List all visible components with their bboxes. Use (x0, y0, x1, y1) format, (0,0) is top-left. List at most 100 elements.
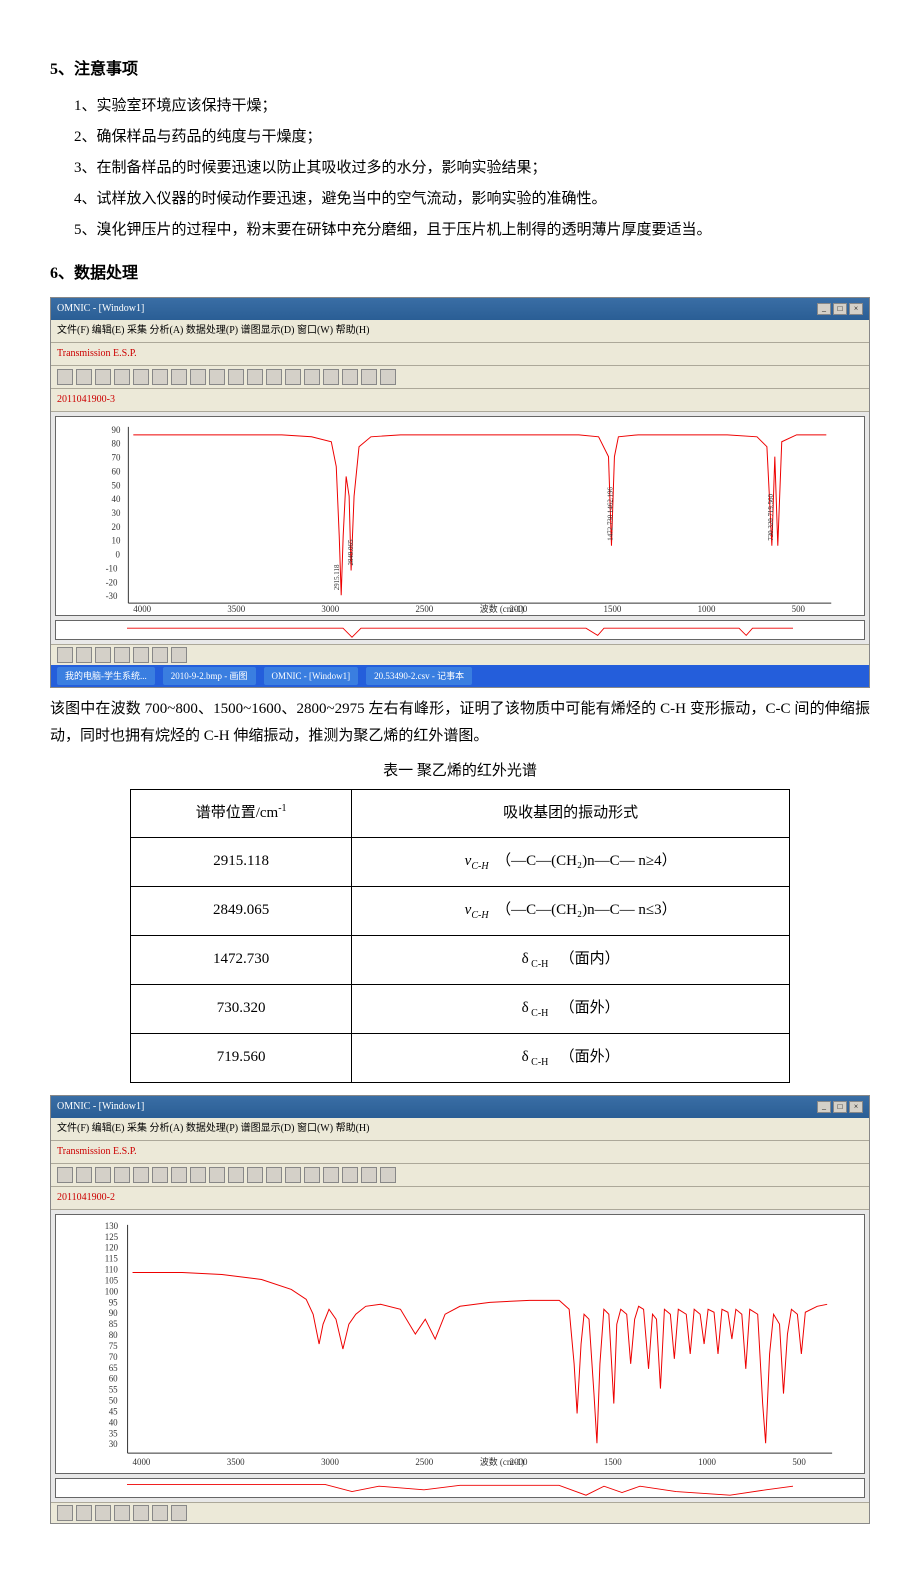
tool-icon[interactable] (304, 1167, 320, 1183)
tool-icon[interactable] (285, 1167, 301, 1183)
close-button[interactable]: × (849, 303, 863, 315)
tool-icon[interactable] (361, 1167, 377, 1183)
svg-text:90: 90 (109, 1308, 118, 1318)
tool-icon[interactable] (76, 1167, 92, 1183)
svg-text:125: 125 (105, 1232, 119, 1242)
svg-text:3000: 3000 (321, 604, 339, 614)
tool-icon[interactable] (228, 369, 244, 385)
tool-icon[interactable] (380, 1167, 396, 1183)
nav-icon[interactable] (133, 647, 149, 663)
tool-icon[interactable] (285, 369, 301, 385)
svg-text:500: 500 (792, 604, 806, 614)
taskbar-item[interactable]: 我的电脑-学生系统... (57, 667, 155, 685)
minimize-button[interactable]: _ (817, 303, 831, 315)
tool-icon[interactable] (342, 1167, 358, 1183)
tool-icon[interactable] (323, 369, 339, 385)
tool-icon[interactable] (57, 369, 73, 385)
svg-text:1000: 1000 (698, 1457, 716, 1467)
tool-icon[interactable] (95, 1167, 111, 1183)
nav-icon[interactable] (171, 647, 187, 663)
taskbar-item[interactable]: 20.53490-2.csv - 记事本 (366, 667, 472, 685)
tool-icon[interactable] (114, 369, 130, 385)
tool-icon[interactable] (190, 369, 206, 385)
tool-icon[interactable] (380, 369, 396, 385)
nav-icon[interactable] (76, 1505, 92, 1521)
svg-text:100: 100 (105, 1286, 119, 1296)
spectrum-svg-1: 90 80 70 60 50 40 30 20 10 0 -10 -20 -30… (56, 417, 864, 615)
spectrum-tab[interactable]: 2011041900-3 (51, 389, 869, 412)
tool-icon[interactable] (171, 369, 187, 385)
tool-icon[interactable] (114, 1167, 130, 1183)
menubar[interactable]: 文件(F) 编辑(E) 采集 分析(A) 数据处理(P) 谱图显示(D) 窗口(… (51, 1118, 869, 1141)
tool-icon[interactable] (342, 369, 358, 385)
maximize-button[interactable]: □ (833, 303, 847, 315)
maximize-button[interactable]: □ (833, 1101, 847, 1113)
tool-icon[interactable] (57, 1167, 73, 1183)
tool-icon[interactable] (228, 1167, 244, 1183)
tool-icon[interactable] (190, 1167, 206, 1183)
svg-text:2500: 2500 (415, 604, 433, 614)
taskbar-item[interactable]: OMNIC - [Window1] (264, 667, 359, 685)
section-5-title: 5、注意事项 (50, 56, 870, 85)
svg-text:65: 65 (109, 1363, 118, 1373)
nav-icon[interactable] (114, 647, 130, 663)
tool-icon[interactable] (152, 1167, 168, 1183)
app-title: OMNIC - [Window1] (57, 1098, 144, 1116)
tool-icon[interactable] (76, 369, 92, 385)
nav-icon[interactable] (152, 647, 168, 663)
svg-text:1472.730 1462.196: 1472.730 1462.196 (607, 486, 614, 540)
nav-icon[interactable] (57, 1505, 73, 1521)
tool-icon[interactable] (361, 369, 377, 385)
spectrum-window-1: OMNIC - [Window1] _ □ × 文件(F) 编辑(E) 采集 分… (50, 297, 870, 688)
nav-icon[interactable] (133, 1505, 149, 1521)
svg-text:10: 10 (112, 535, 121, 545)
svg-text:80: 80 (112, 438, 121, 448)
nav-icon[interactable] (76, 647, 92, 663)
nav-icon[interactable] (95, 1505, 111, 1521)
svg-text:90: 90 (112, 424, 121, 434)
tool-icon[interactable] (266, 1167, 282, 1183)
minimize-button[interactable]: _ (817, 1101, 831, 1113)
tool-icon[interactable] (133, 1167, 149, 1183)
menubar[interactable]: 文件(F) 编辑(E) 采集 分析(A) 数据处理(P) 谱图显示(D) 窗口(… (51, 320, 869, 343)
bottom-toolbar (51, 644, 869, 665)
x-axis-label: 波数 (cm-1) (480, 1456, 524, 1467)
taskbar-item[interactable]: 2010-9-2.bmp - 画图 (163, 667, 256, 685)
tool-icon[interactable] (209, 1167, 225, 1183)
svg-text:1500: 1500 (604, 604, 622, 614)
nav-icon[interactable] (152, 1505, 168, 1521)
tool-icon[interactable] (152, 369, 168, 385)
experiment-subtitle: Transmission E.S.P. (51, 343, 869, 366)
tool-icon[interactable] (304, 369, 320, 385)
close-button[interactable]: × (849, 1101, 863, 1113)
spectrum-window-2: OMNIC - [Window1] _ □ × 文件(F) 编辑(E) 采集 分… (50, 1095, 870, 1524)
svg-text:55: 55 (109, 1384, 118, 1394)
tool-icon[interactable] (323, 1167, 339, 1183)
plot-area-1[interactable]: 90 80 70 60 50 40 30 20 10 0 -10 -20 -30… (55, 416, 865, 616)
svg-text:-20: -20 (106, 577, 118, 587)
svg-text:1500: 1500 (604, 1457, 622, 1467)
tool-icon[interactable] (171, 1167, 187, 1183)
spectrum-tab[interactable]: 2011041900-2 (51, 1187, 869, 1210)
svg-text:105: 105 (105, 1275, 119, 1285)
nav-icon[interactable] (114, 1505, 130, 1521)
tool-icon[interactable] (209, 369, 225, 385)
svg-text:1000: 1000 (698, 604, 716, 614)
tool-icon[interactable] (266, 369, 282, 385)
tool-icon[interactable] (95, 369, 111, 385)
tool-icon[interactable] (247, 369, 263, 385)
svg-text:115: 115 (105, 1253, 119, 1263)
table-row: 2915.118 νC-H （―C―(CH₂)n―C― n≥4） (131, 837, 790, 886)
tool-icon[interactable] (247, 1167, 263, 1183)
table-row: 719.560 δ C-H （面外） (131, 1033, 790, 1082)
nav-icon[interactable] (171, 1505, 187, 1521)
tool-icon[interactable] (133, 369, 149, 385)
plot-area-2[interactable]: 130 125 120 115 110 105 100 95 90 85 80 … (55, 1214, 865, 1474)
table-row: 2849.065 νC-H （―C―(CH₂)n―C― n≤3） (131, 886, 790, 935)
nav-icon[interactable] (95, 647, 111, 663)
cell-position: 2915.118 (131, 837, 352, 886)
cell-vibration: δ C-H （面外） (352, 1033, 790, 1082)
nav-icon[interactable] (57, 647, 73, 663)
header-position: 谱带位置/cm-1 (131, 789, 352, 837)
svg-text:3500: 3500 (227, 604, 245, 614)
